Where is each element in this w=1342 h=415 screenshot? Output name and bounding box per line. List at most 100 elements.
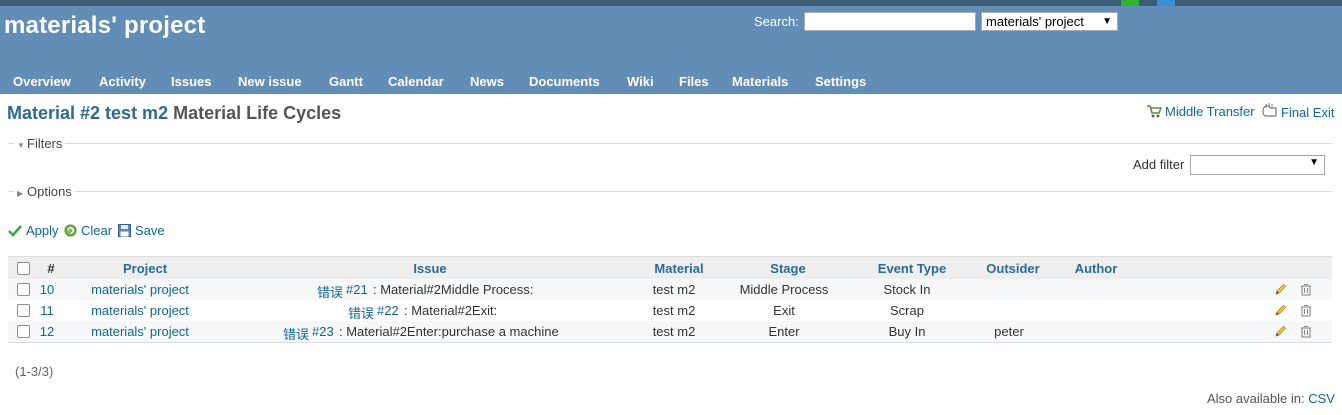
column-stage[interactable]: Stage [770, 261, 805, 276]
apply-button[interactable]: Apply [8, 223, 59, 238]
column-outsider[interactable]: Outsider [986, 261, 1039, 276]
row-id[interactable]: 11 [40, 303, 54, 318]
row-checkbox[interactable] [17, 283, 30, 296]
select-all-checkbox[interactable] [17, 262, 30, 275]
tab-settings[interactable]: Settings [815, 74, 866, 89]
options-toggle[interactable]: ▶ Options [14, 184, 75, 199]
row-issue-tracker: 错误 [282, 327, 309, 342]
project-jump-select[interactable]: materials' project ▼ [981, 12, 1118, 31]
chevron-down-icon: ▼ [1102, 16, 1112, 27]
row-event-type: Scrap [890, 303, 924, 318]
search-input[interactable] [804, 12, 976, 31]
edit-pencil-icon[interactable] [1274, 304, 1287, 317]
final-exit-link[interactable]: Final Exit [1260, 102, 1334, 120]
table-bottom-border [8, 342, 1332, 343]
tab-materials[interactable]: Materials [732, 74, 788, 89]
save-label: Save [135, 223, 165, 238]
row-stage: Enter [768, 324, 800, 339]
apply-label: Apply [26, 223, 59, 238]
column-event-type[interactable]: Event Type [878, 261, 946, 276]
row-issue-text: : Material#2Exit: [404, 303, 498, 318]
middle-transfer-label: Middle Transfer [1165, 104, 1255, 119]
tab-gantt[interactable]: Gantt [329, 74, 363, 89]
row-issue-tracker: 错误 [316, 285, 343, 300]
final-exit-label: Final Exit [1281, 105, 1335, 120]
save-button[interactable]: Save [118, 223, 165, 238]
export-formats: Also available in: CSV [1207, 391, 1335, 406]
chevron-down-icon: ▼ [1309, 157, 1319, 168]
row-issue-tracker: 错误 [347, 306, 374, 321]
row-issue-text: : Material#2Middle Process: [373, 282, 534, 297]
tab-calendar[interactable]: Calendar [388, 74, 444, 89]
material-title-link[interactable]: Material #2 test m2 [7, 103, 168, 123]
add-filter-select[interactable]: ▼ [1190, 155, 1325, 175]
options-divider [8, 191, 1332, 192]
triangle-right-icon: ▶ [17, 189, 24, 198]
row-event-type: Stock In [883, 282, 931, 297]
floppy-disk-icon [118, 224, 131, 237]
tab-activity[interactable]: Activity [99, 74, 146, 89]
triangle-down-icon: ▼ [17, 141, 25, 150]
row-issue-link[interactable]: #22 [377, 303, 399, 318]
row-checkbox[interactable] [17, 325, 30, 338]
row-material: test m2 [652, 282, 696, 297]
column-material[interactable]: Material [654, 261, 703, 276]
reload-icon [64, 224, 77, 237]
edit-pencil-icon[interactable] [1274, 325, 1287, 338]
tab-news[interactable]: News [470, 74, 504, 89]
row-event-type: Buy In [888, 324, 926, 339]
table-row: 10 materials' project 错误 #21 : Material#… [8, 279, 1332, 300]
check-icon [8, 225, 22, 237]
filters-toggle[interactable]: ▼ Filters [14, 136, 66, 151]
row-checkbox[interactable] [17, 304, 30, 317]
clear-button[interactable]: Clear [64, 223, 112, 238]
tab-wiki[interactable]: Wiki [627, 74, 654, 89]
row-project[interactable]: materials' project [91, 303, 189, 318]
table-row: 11 materials' project 错误 #22 : Material#… [8, 300, 1332, 321]
page-title-text: Material Life Cycles [173, 103, 342, 123]
row-outsider: peter [994, 324, 1024, 339]
tab-new-issue[interactable]: New issue [238, 74, 302, 89]
delete-trash-icon[interactable] [1300, 304, 1312, 317]
delete-trash-icon[interactable] [1300, 283, 1312, 296]
column-issue[interactable]: Issue [413, 261, 446, 276]
middle-transfer-link[interactable]: Middle Transfer [1146, 104, 1255, 119]
page-title: Material #2 test m2 Material Life Cycles [7, 103, 341, 124]
row-issue-link[interactable]: #23 [312, 324, 334, 339]
add-filter-label: Add filter [1133, 157, 1185, 172]
clear-label: Clear [81, 223, 113, 238]
also-available-label: Also available in: [1207, 391, 1305, 406]
delete-trash-icon[interactable] [1300, 325, 1312, 338]
filters-divider [8, 143, 1332, 144]
filters-label: Filters [27, 136, 63, 151]
pagination-count: (1-3/3) [15, 364, 54, 379]
column-author[interactable]: Author [1075, 261, 1118, 276]
row-project[interactable]: materials' project [91, 324, 189, 339]
row-issue-link[interactable]: #21 [346, 282, 368, 297]
cart-icon [1147, 105, 1163, 118]
row-stage: Exit [773, 303, 795, 318]
column-id: # [47, 261, 55, 276]
project-select-value: materials' project [986, 14, 1084, 29]
tab-documents[interactable]: Documents [529, 74, 600, 89]
table-row: 12 materials' project 错误 #23 : Material#… [8, 321, 1332, 342]
row-material: test m2 [652, 303, 696, 318]
header: materials' project Search: materials' pr… [0, 6, 1342, 94]
row-project[interactable]: materials' project [91, 282, 189, 297]
project-title: materials' project [4, 12, 206, 39]
tab-overview[interactable]: Overview [13, 74, 71, 89]
exit-hand-icon [1262, 103, 1277, 117]
csv-export-link[interactable]: CSV [1308, 391, 1335, 406]
row-issue-text: : Material#2Enter:purchase a machine [339, 324, 559, 339]
column-project[interactable]: Project [123, 261, 167, 276]
row-material: test m2 [652, 324, 696, 339]
row-stage: Middle Process [739, 282, 829, 297]
table-header: # Project Issue Material Stage Event Typ… [8, 256, 1332, 279]
tab-files[interactable]: Files [679, 74, 709, 89]
search-label: Search: [754, 14, 799, 29]
row-id[interactable]: 12 [40, 324, 54, 339]
options-label: Options [27, 184, 72, 199]
tab-issues[interactable]: Issues [171, 74, 211, 89]
row-id[interactable]: 10 [40, 282, 54, 297]
edit-pencil-icon[interactable] [1274, 283, 1287, 296]
